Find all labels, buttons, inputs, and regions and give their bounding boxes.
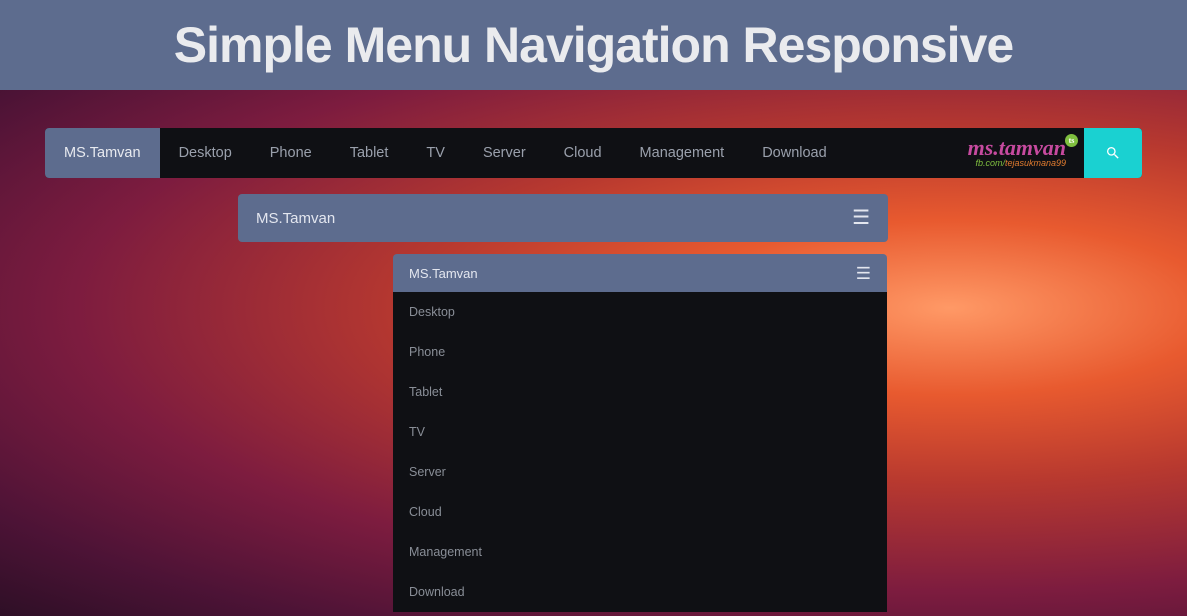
header-banner: Simple Menu Navigation Responsive <box>0 0 1187 90</box>
nav-item-phone[interactable]: Phone <box>251 128 331 178</box>
drop-item-phone[interactable]: Phone <box>393 332 887 372</box>
navbar-mobile-label: MS.Tamvan <box>409 266 478 281</box>
drop-item-desktop[interactable]: Desktop <box>393 292 887 332</box>
nav-item-tablet[interactable]: Tablet <box>331 128 408 178</box>
page-title: Simple Menu Navigation Responsive <box>174 16 1013 74</box>
navbar-mobile: MS.Tamvan ☰ Desktop Phone Tablet TV Serv… <box>393 254 887 612</box>
nav-item-server[interactable]: Server <box>464 128 545 178</box>
hamburger-icon[interactable]: ☰ <box>852 208 870 228</box>
nav-item-cloud[interactable]: Cloud <box>545 128 621 178</box>
drop-item-cloud[interactable]: Cloud <box>393 492 887 532</box>
brand-logo-badge: ts <box>1065 134 1078 147</box>
drop-item-tv[interactable]: TV <box>393 412 887 452</box>
navbar-tablet-label: MS.Tamvan <box>256 210 335 227</box>
drop-item-tablet[interactable]: Tablet <box>393 372 887 412</box>
navbar-desktop: MS.Tamvan Desktop Phone Tablet TV Server… <box>45 128 1142 178</box>
navbar-tablet-collapsed: MS.Tamvan ☰ <box>238 194 888 242</box>
navbar-mobile-list: Desktop Phone Tablet TV Server Cloud Man… <box>393 292 887 612</box>
brand-logo-main: ms.tamvan <box>968 135 1066 160</box>
brand-logo[interactable]: ms.tamvan ts fb.com/tejasukmana99 <box>958 128 1084 178</box>
drop-item-management[interactable]: Management <box>393 532 887 572</box>
hamburger-icon[interactable]: ☰ <box>856 265 871 282</box>
search-icon <box>1105 145 1121 161</box>
nav-item-management[interactable]: Management <box>621 128 744 178</box>
nav-item-tv[interactable]: TV <box>407 128 464 178</box>
drop-item-download[interactable]: Download <box>393 572 887 612</box>
nav-item-desktop[interactable]: Desktop <box>160 128 251 178</box>
nav-brand[interactable]: MS.Tamvan <box>45 128 160 178</box>
drop-item-server[interactable]: Server <box>393 452 887 492</box>
nav-item-download[interactable]: Download <box>743 128 846 178</box>
brand-logo-text: ms.tamvan ts <box>968 138 1066 158</box>
navbar-mobile-header: MS.Tamvan ☰ <box>393 254 887 292</box>
content-area: MS.Tamvan Desktop Phone Tablet TV Server… <box>0 90 1187 612</box>
search-button[interactable] <box>1084 128 1142 178</box>
